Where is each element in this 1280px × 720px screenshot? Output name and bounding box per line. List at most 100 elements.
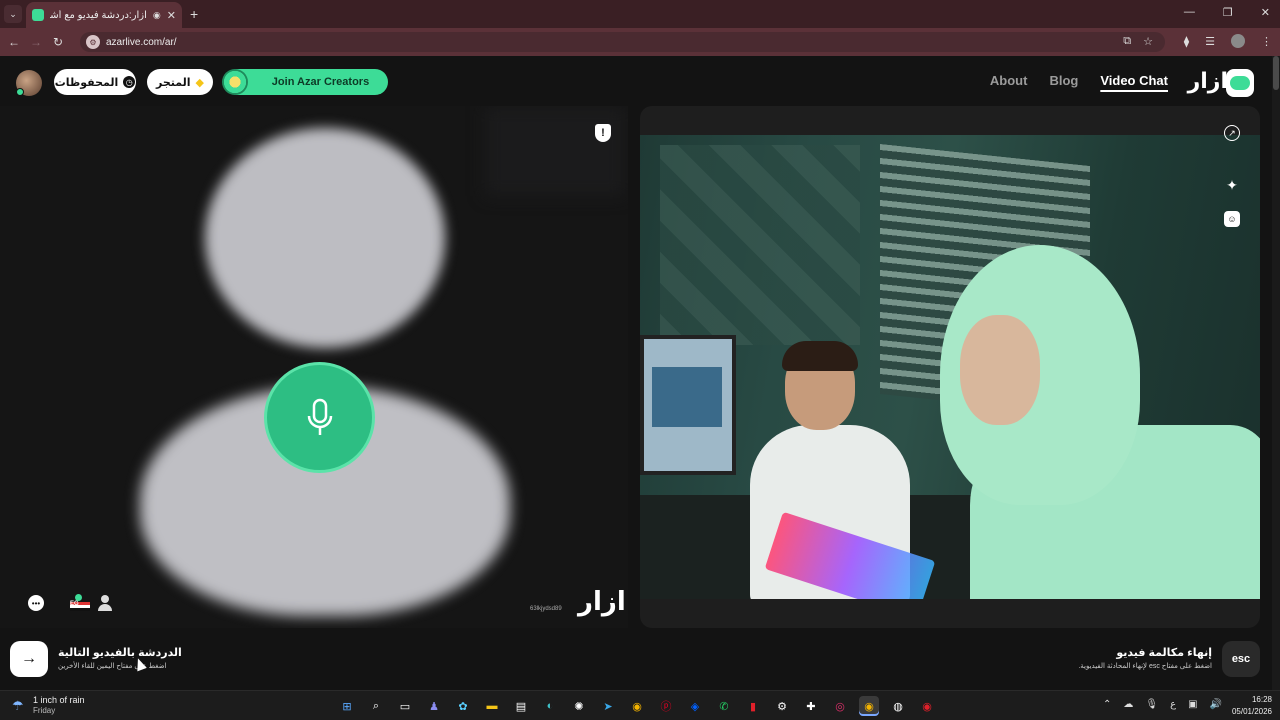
wall-posters: [660, 145, 860, 345]
omnibox-actions: ⧉ ☆: [1123, 35, 1153, 48]
country-flag-icon[interactable]: EG: [70, 594, 90, 612]
extensions-puzzle-icon[interactable]: ⧫: [1184, 35, 1189, 48]
online-status-dot: [16, 88, 24, 96]
microphone-button[interactable]: [264, 362, 375, 473]
maximize-icon[interactable]: ❐: [1223, 6, 1233, 19]
azar-logo-text[interactable]: ازار: [1188, 68, 1228, 94]
saved-history-button[interactable]: المحفوظات ◷: [54, 69, 136, 95]
windows-taskbar: ☂ 1 inch of rain Friday ⊞ ⌕ ▭ ♟ ✿ ▬ ▤ ◐ …: [0, 690, 1280, 720]
minimize-icon[interactable]: —: [1184, 6, 1195, 19]
site-info-icon[interactable]: ⚙: [86, 35, 100, 49]
azar-page: المحفوظات ◷ المتجر ◆ Join Azar Creators …: [0, 56, 1280, 690]
report-shield-icon[interactable]: !: [595, 124, 611, 142]
end-call-esc-button[interactable]: esc: [1222, 641, 1260, 677]
self-video-panel: ! ••• EG 63lkjydsd89 ازار: [0, 106, 628, 628]
volume-icon[interactable]: 🔊: [1210, 699, 1222, 710]
watermark-id: 63lkjydsd89: [530, 606, 562, 612]
white-app-icon[interactable]: ✚: [801, 696, 821, 716]
scrollbar-thumb[interactable]: [1273, 56, 1279, 90]
tray-mic-icon[interactable]: 🎙: [1145, 699, 1158, 710]
pinterest-icon[interactable]: ⓟ: [656, 696, 676, 716]
audio-icon[interactable]: ◉: [153, 10, 161, 21]
page-scrollbar[interactable]: [1272, 56, 1280, 690]
blurred-head-placeholder: [205, 128, 445, 348]
weather-day: Friday: [33, 706, 56, 715]
partner-video-feed: [640, 135, 1260, 599]
steam-icon[interactable]: ⚙: [772, 696, 792, 716]
store-button[interactable]: المتجر ◆: [147, 69, 213, 95]
clock-date[interactable]: 16:28 05/01/2026: [1232, 694, 1272, 718]
search-icon[interactable]: ⌕: [366, 696, 386, 716]
reload-icon[interactable]: ↻: [50, 35, 66, 49]
chrome-icon[interactable]: ◉: [627, 696, 647, 716]
network-icon[interactable]: ▣: [1188, 699, 1197, 710]
face-filter-icon[interactable]: ☺: [1224, 211, 1240, 227]
browser-tab[interactable]: آزار:دردشة فيديو مع أشخاص ◉ ✕: [26, 2, 182, 28]
tab-close-icon[interactable]: ✕: [167, 9, 176, 22]
next-chat-hint: اضغط على مفتاح اليمين للقاء الأخرين: [58, 663, 167, 670]
start-windows-icon[interactable]: ⊞: [337, 696, 357, 716]
clock-time: 16:28: [1251, 695, 1272, 704]
teams-icon[interactable]: ♟: [424, 696, 444, 716]
webcam-icon[interactable]: ◍: [888, 696, 908, 716]
window-controls: — ❐ ✕: [1184, 6, 1270, 19]
tab-title: آزار:دردشة فيديو مع أشخاص: [50, 9, 147, 21]
language-indicator[interactable]: ع: [1170, 699, 1176, 710]
partner-video-panel: ↗ ✦ ☺: [640, 106, 1260, 628]
chatgpt-icon[interactable]: ✺: [569, 696, 589, 716]
join-creators-button[interactable]: Join Azar Creators: [222, 69, 388, 95]
expand-icon[interactable]: ↗: [1224, 125, 1240, 141]
computer-monitor: [640, 335, 736, 475]
person-icon[interactable]: [98, 595, 112, 611]
taskbar-apps: ⊞ ⌕ ▭ ♟ ✿ ▬ ▤ ◐ ✺ ➤ ◉ ⓟ ◈ ✆ ▮ ⚙ ✚ ◎ ◉ ◍ …: [337, 696, 937, 716]
address-toolbar: ← → ↻ ⚙ azarlive.com/ar/ ⧉ ☆: [0, 28, 1280, 56]
extensions-area: ⧫ ☰ ⋮: [1184, 34, 1272, 48]
chrome-active-icon[interactable]: ◉: [859, 696, 879, 716]
weather-summary[interactable]: 1 inch of rain: [33, 695, 85, 705]
tab-list-chevron-icon[interactable]: ⌄: [4, 5, 22, 23]
new-tab-plus-icon[interactable]: +: [190, 6, 198, 22]
onedrive-cloud-icon[interactable]: ☁: [1123, 699, 1133, 710]
azar-favicon-icon: [32, 9, 44, 21]
nav-blog[interactable]: Blog: [1049, 73, 1078, 88]
clock-date-text: 05/01/2026: [1231, 707, 1272, 716]
dropbox-icon[interactable]: ◈: [685, 696, 705, 716]
task-view-icon[interactable]: ▭: [395, 696, 415, 716]
instagram-icon[interactable]: ◎: [830, 696, 850, 716]
bookmark-star-icon[interactable]: ☆: [1143, 35, 1153, 48]
sparkle-effects-icon[interactable]: ✦: [1224, 177, 1240, 193]
nav-video-chat[interactable]: Video Chat: [1100, 73, 1168, 88]
back-arrow-icon[interactable]: ←: [6, 35, 22, 49]
reading-list-icon[interactable]: ☰: [1205, 35, 1215, 48]
file-explorer-icon[interactable]: ▬: [482, 696, 502, 716]
whatsapp-icon[interactable]: ✆: [714, 696, 734, 716]
rain-cloud-icon[interactable]: ☂: [12, 698, 24, 714]
azar-logo-icon[interactable]: [1226, 69, 1254, 97]
microphone-icon: [307, 398, 332, 435]
profile-avatar-icon[interactable]: [1231, 34, 1245, 48]
next-chat-title: الدردشة بالفيديو التالية: [58, 647, 182, 659]
red-app-icon[interactable]: ▮: [743, 696, 763, 716]
forward-arrow-icon[interactable]: →: [28, 35, 44, 49]
tray-chevron-up-icon[interactable]: ⌃: [1103, 699, 1111, 710]
chat-bubble-icon[interactable]: •••: [28, 595, 44, 611]
arrow-right-icon: →: [21, 650, 37, 667]
browser-menu-icon[interactable]: ⋮: [1261, 35, 1272, 48]
creators-label: Join Azar Creators: [271, 76, 370, 88]
nav-about[interactable]: About: [990, 73, 1028, 88]
system-tray: ⌃ ☁ 🎙 ع ▣ 🔊: [1103, 699, 1222, 710]
cast-icon[interactable]: ⧉: [1123, 35, 1131, 48]
url-input[interactable]: ⚙ azarlive.com/ar/ ⧉ ☆: [80, 32, 1165, 52]
copilot-icon[interactable]: ✿: [453, 696, 473, 716]
next-chat-button[interactable]: →: [10, 641, 48, 677]
edge-icon[interactable]: ◐: [540, 696, 560, 716]
url-text: azarlive.com/ar/: [106, 36, 177, 48]
chrome-profile-icon[interactable]: ◉: [917, 696, 937, 716]
close-window-icon[interactable]: ✕: [1261, 6, 1270, 19]
telegram-icon[interactable]: ➤: [598, 696, 618, 716]
clock-icon: ◷: [123, 76, 136, 88]
store-bag-icon[interactable]: ▤: [511, 696, 531, 716]
end-call-hint: اضغط على مفتاح esc لإنهاء المحادثة الفيد…: [1078, 663, 1212, 670]
site-header: المحفوظات ◷ المتجر ◆ Join Azar Creators …: [0, 56, 1280, 106]
creator-badge-icon: [222, 69, 248, 95]
